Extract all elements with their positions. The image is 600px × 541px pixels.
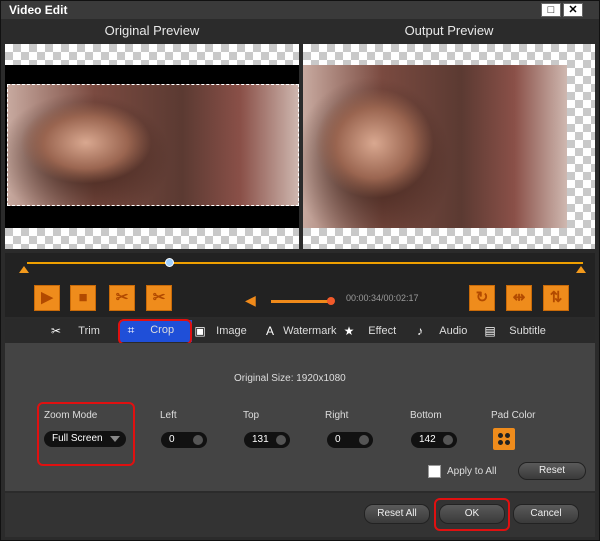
output-preview-header: Output Preview (404, 23, 494, 38)
split-icon: ✂ (152, 289, 166, 306)
tab-label: Watermark (283, 325, 337, 337)
subtitle-icon: ▤ (484, 324, 496, 339)
left-label: Left (160, 410, 177, 421)
original-size-label: Original Size: 1920x1080 (234, 373, 346, 384)
time-display: 00:00:34/00:02:17 (346, 293, 419, 303)
tab-label: Effect (368, 325, 397, 337)
top-label: Top (243, 410, 260, 421)
left-stepper[interactable]: 0 (161, 432, 207, 448)
tab-watermark[interactable]: A Watermark (263, 321, 337, 341)
flip-horizontal-icon: ⇹ (512, 289, 526, 306)
spinner-icon[interactable] (443, 435, 453, 445)
cut-button[interactable]: ✂ (109, 285, 135, 311)
title-bar: Video Edit □ ✕ (1, 1, 599, 19)
right-value: 0 (335, 434, 341, 445)
tab-label: Image (216, 325, 247, 337)
original-preview-header: Original Preview (104, 23, 200, 38)
spinner-icon[interactable] (359, 435, 369, 445)
scissors-icon: ✂ (50, 324, 62, 339)
edit-tabs: ✂ Trim ⌗ Crop ▣ Image A Watermark ★ Effe… (5, 319, 595, 343)
tab-trim[interactable]: ✂ Trim (49, 321, 100, 341)
stop-icon: ■ (78, 289, 88, 306)
tab-image[interactable]: ▣ Image (193, 321, 247, 341)
cancel-button[interactable]: Cancel (513, 504, 579, 524)
flip-vertical-icon: ⇅ (549, 289, 563, 306)
output-frame-image (303, 65, 567, 228)
tab-subtitle[interactable]: ▤ Subtitle (483, 321, 546, 341)
watermark-icon: A (265, 324, 274, 339)
video-edit-window: Video Edit □ ✕ Original Preview Output P… (0, 0, 600, 541)
image-icon: ▣ (194, 324, 206, 339)
play-button[interactable]: ▶ (34, 285, 60, 311)
right-stepper[interactable]: 0 (327, 432, 373, 448)
right-label: Right (325, 410, 349, 421)
timeline-thumb[interactable] (165, 258, 174, 267)
top-value: 131 (252, 434, 269, 445)
zoom-mode-highlight (37, 402, 135, 466)
restore-button[interactable]: □ (541, 3, 561, 17)
scissors-icon: ✂ (115, 289, 129, 306)
close-button[interactable]: ✕ (563, 3, 583, 17)
top-stepper[interactable]: 131 (244, 432, 290, 448)
apply-to-all-checkbox[interactable] (428, 465, 441, 478)
pad-color-label: Pad Color (491, 410, 536, 421)
bottom-value: 142 (419, 434, 436, 445)
volume-icon[interactable]: ◀ (245, 292, 256, 309)
tab-label: Subtitle (509, 325, 546, 337)
original-preview (5, 44, 299, 249)
stop-button[interactable]: ■ (70, 285, 96, 311)
volume-slider[interactable] (271, 300, 333, 303)
bottom-label: Bottom (410, 410, 442, 421)
play-icon: ▶ (41, 289, 53, 306)
pad-color-button[interactable] (493, 428, 515, 450)
split-button[interactable]: ✂ (146, 285, 172, 311)
tab-label: Trim (78, 325, 100, 337)
playback-controls: ▶ ■ ✂ ✂ ◀ 00:00:34/00:02:17 ↻ ⇹ ⇅ (5, 253, 595, 317)
end-marker-icon[interactable] (576, 266, 586, 273)
left-value: 0 (169, 434, 175, 445)
music-note-icon: ♪ (417, 324, 423, 339)
rotate-icon: ↻ (475, 289, 489, 306)
crop-tab-highlight (118, 319, 192, 345)
tab-label: Audio (439, 325, 468, 337)
spinner-icon[interactable] (193, 435, 203, 445)
palette-icon (498, 433, 503, 438)
rotate-button[interactable]: ↻ (469, 285, 495, 311)
bottom-stepper[interactable]: 142 (411, 432, 457, 448)
output-preview (303, 44, 595, 249)
reset-all-button[interactable]: Reset All (364, 504, 430, 524)
timeline-track[interactable] (27, 262, 583, 264)
flip-horizontal-button[interactable]: ⇹ (506, 285, 532, 311)
star-icon: ★ (343, 324, 355, 339)
volume-knob[interactable] (327, 297, 335, 305)
spinner-icon[interactable] (276, 435, 286, 445)
apply-to-all-label: Apply to All (447, 466, 497, 477)
tab-effect[interactable]: ★ Effect (342, 321, 397, 341)
tab-audio[interactable]: ♪ Audio (413, 321, 467, 341)
reset-button[interactable]: Reset (518, 462, 586, 480)
flip-vertical-button[interactable]: ⇅ (543, 285, 569, 311)
crop-selection-box[interactable] (7, 84, 299, 206)
start-marker-icon[interactable] (19, 266, 29, 273)
ok-button-highlight (434, 498, 510, 531)
window-title: Video Edit (9, 3, 68, 17)
